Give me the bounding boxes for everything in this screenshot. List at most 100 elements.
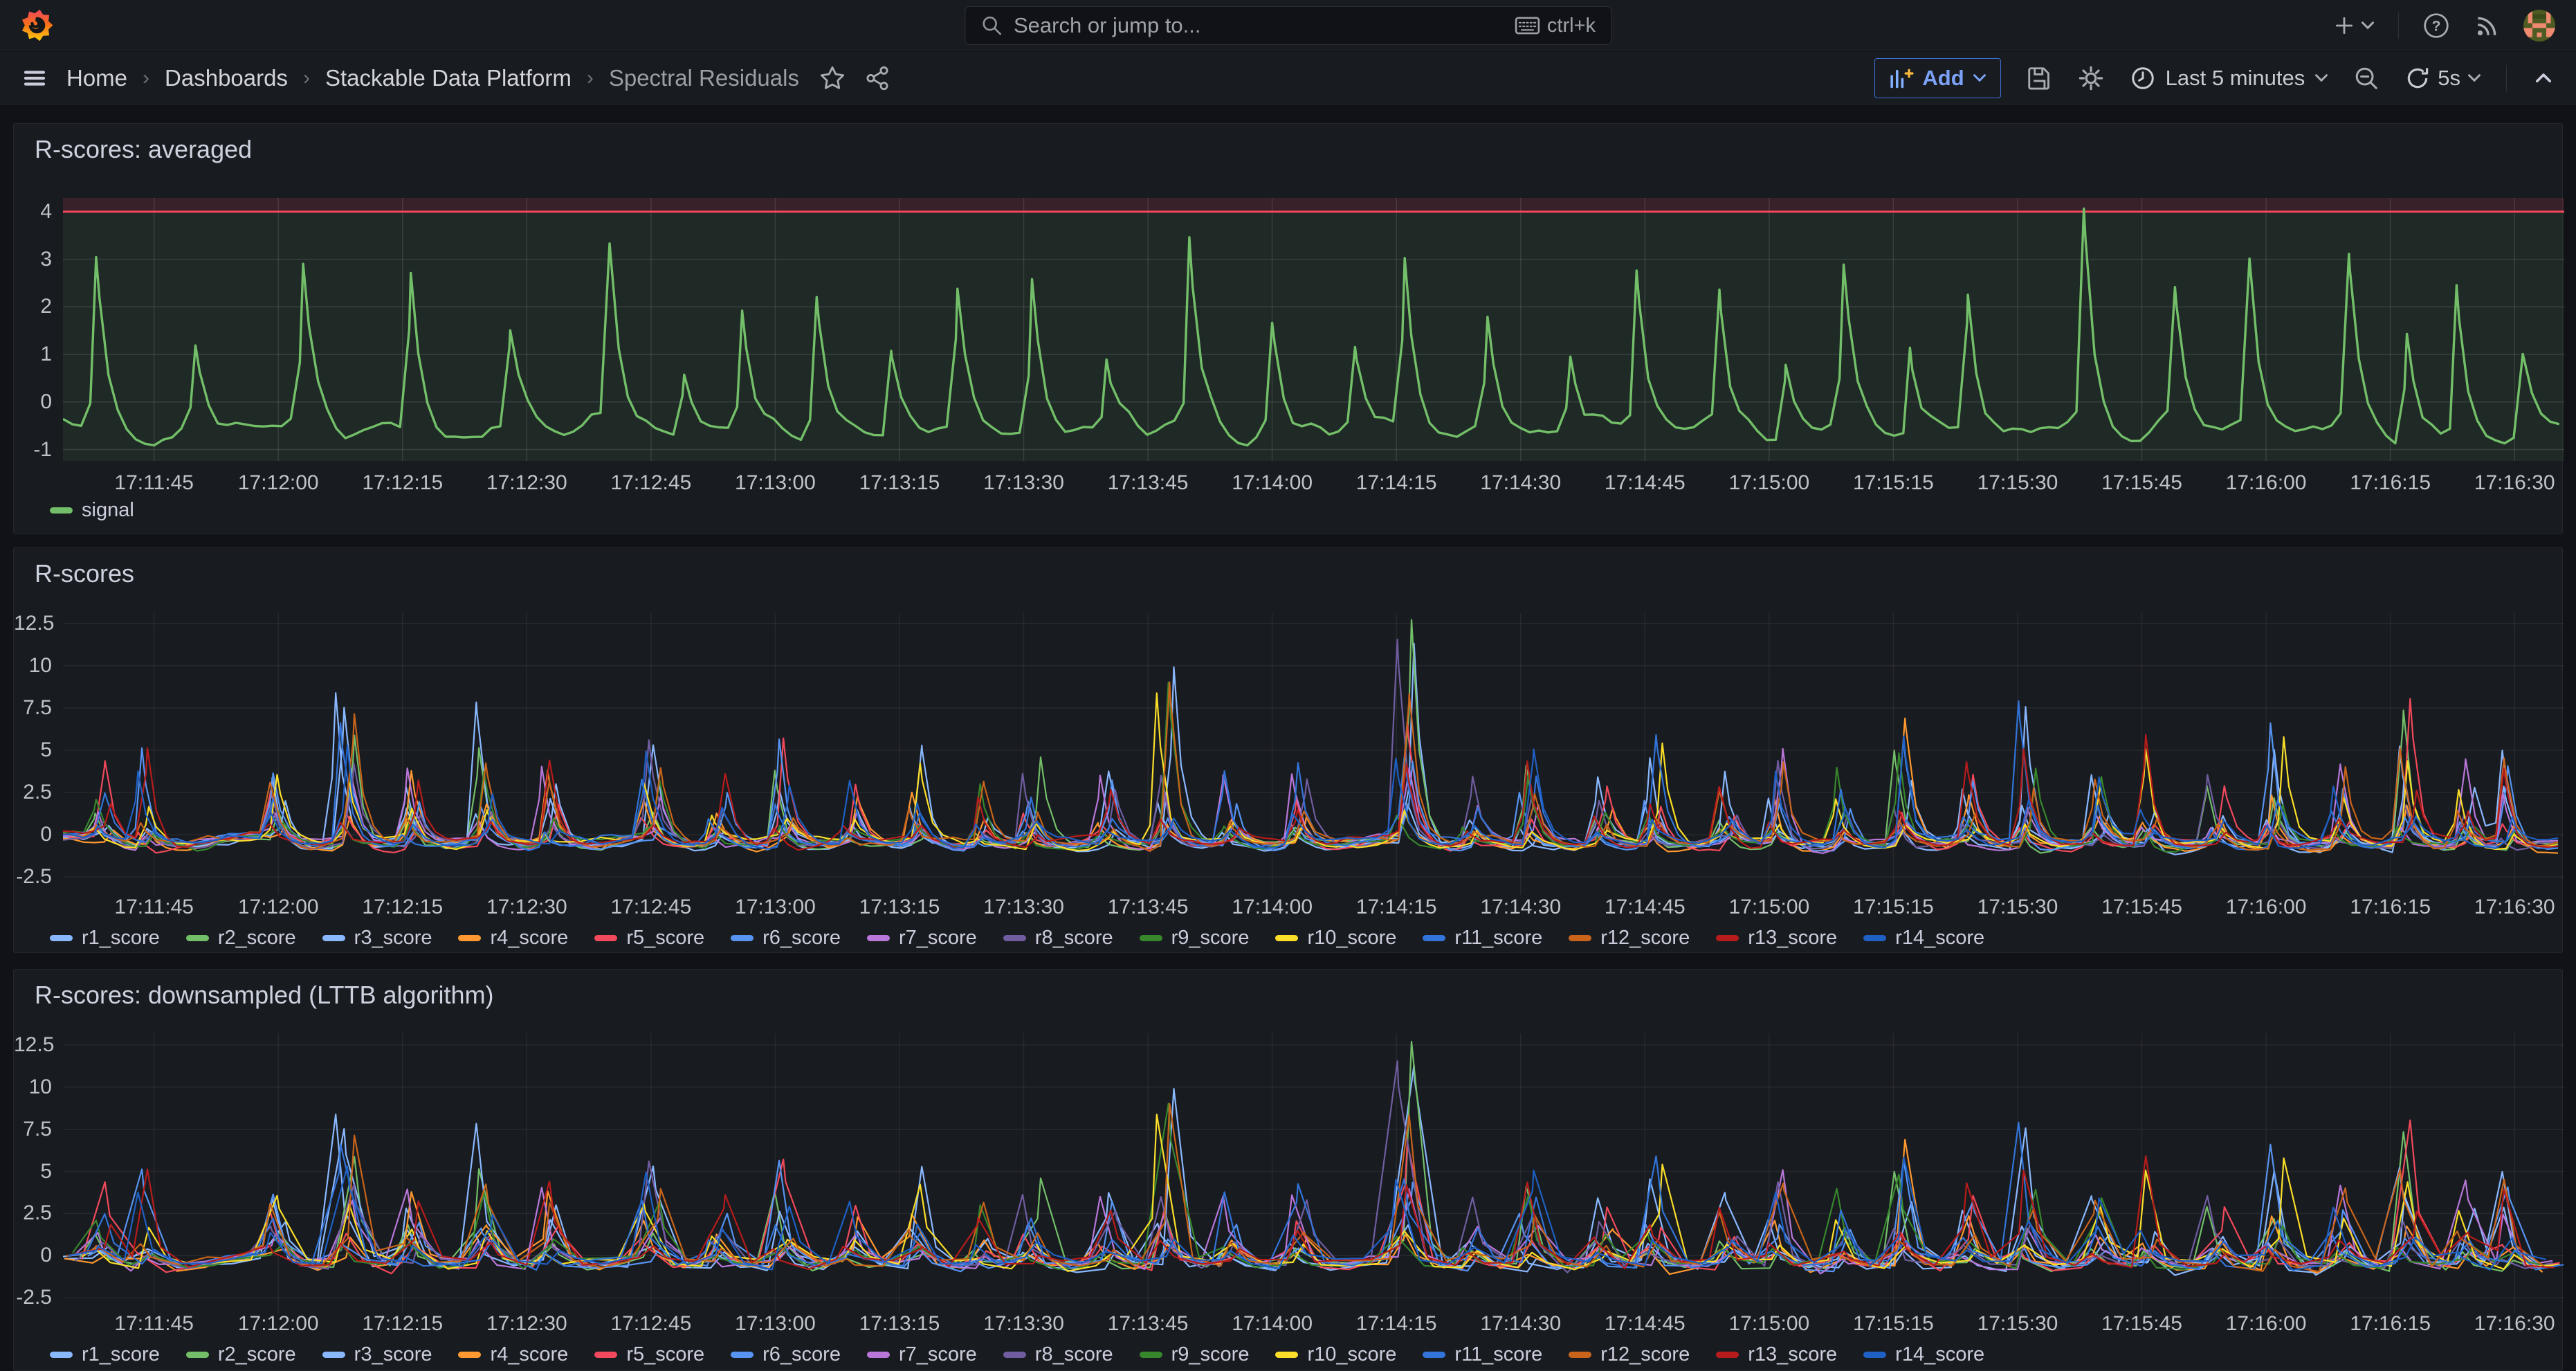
legend-swatch <box>1716 1352 1739 1358</box>
zoom-out-time-button[interactable] <box>2353 65 2379 91</box>
y-axis-tick-label: 4 <box>14 200 52 224</box>
legend-swatch <box>594 935 617 941</box>
plot-area[interactable] <box>63 1033 2564 1313</box>
legend-item-r4_score[interactable]: r4_score <box>458 927 568 950</box>
legend-swatch <box>1140 1352 1162 1358</box>
news-button[interactable] <box>2474 12 2500 39</box>
legend-item-r1_score[interactable]: r1_score <box>50 927 160 950</box>
legend-item-r12_score[interactable]: r12_score <box>1569 1343 1690 1366</box>
legend-label: r5_score <box>626 927 704 950</box>
share-dashboard-button[interactable] <box>864 65 890 91</box>
legend-item-r3_score[interactable]: r3_score <box>322 1343 432 1366</box>
legend-item-r7_score[interactable]: r7_score <box>867 1343 977 1366</box>
legend-item-r6_score[interactable]: r6_score <box>731 927 841 950</box>
create-new-button[interactable] <box>2333 15 2375 37</box>
legend-item-r4_score[interactable]: r4_score <box>458 1343 568 1366</box>
series-line-r8_score <box>63 639 2558 851</box>
legend-item-r12_score[interactable]: r12_score <box>1569 927 1690 950</box>
legend-swatch <box>322 1352 345 1358</box>
legend-item-r2_score[interactable]: r2_score <box>186 927 296 950</box>
legend-label: r9_score <box>1171 1343 1250 1366</box>
legend-label: r6_score <box>762 927 841 950</box>
time-range-picker[interactable]: Last 5 minutes <box>2130 65 2329 91</box>
favorite-dashboard-button[interactable] <box>819 64 846 92</box>
legend-item-r3_score[interactable]: r3_score <box>322 927 432 950</box>
star-icon <box>819 64 846 92</box>
legend-item-r9_score[interactable]: r9_score <box>1140 927 1250 950</box>
collapse-toolbar-button[interactable] <box>2532 66 2555 90</box>
legend-item-r5_score[interactable]: r5_score <box>594 1343 704 1366</box>
legend-item-r8_score[interactable]: r8_score <box>1003 1343 1113 1366</box>
user-avatar[interactable] <box>2523 10 2555 42</box>
panel-title[interactable]: R-scores <box>35 559 134 588</box>
legend-item-r14_score[interactable]: r14_score <box>1863 927 1984 950</box>
legend-item-r10_score[interactable]: r10_score <box>1275 927 1396 950</box>
y-axis-tick-label: 2.5 <box>14 781 52 804</box>
panel-title[interactable]: R-scores: averaged <box>35 135 252 164</box>
y-axis-tick-label: 3 <box>14 248 52 271</box>
legend-label: r14_score <box>1895 927 1984 950</box>
legend-item-r1_score[interactable]: r1_score <box>50 1343 160 1366</box>
legend-item-r6_score[interactable]: r6_score <box>731 1343 841 1366</box>
legend-item-r13_score[interactable]: r13_score <box>1716 927 1837 950</box>
save-icon <box>2026 65 2052 91</box>
legend: r1_score r2_score r3_score r4_score r5_score… <box>50 927 1984 950</box>
legend-item-r11_score[interactable]: r11_score <box>1423 927 1542 950</box>
rss-icon <box>2474 12 2500 39</box>
add-panel-button[interactable]: Add <box>1874 58 2000 98</box>
legend-swatch <box>186 1352 209 1358</box>
series-line-r13_score <box>76 1156 2555 1269</box>
legend-item-r11_score[interactable]: r11_score <box>1423 1343 1542 1366</box>
refresh-picker[interactable]: 5s <box>2404 65 2481 91</box>
legend-swatch <box>867 1352 890 1358</box>
legend-item-r7_score[interactable]: r7_score <box>867 927 977 950</box>
series-line-r11_score <box>63 701 2558 851</box>
grafana-logo-icon[interactable] <box>21 9 53 42</box>
caret-up-icon <box>2532 66 2555 90</box>
legend-item-r8_score[interactable]: r8_score <box>1003 927 1113 950</box>
y-axis-tick-label: 0 <box>14 1244 52 1267</box>
y-axis-tick-label: 5 <box>14 738 52 762</box>
legend-label: r10_score <box>1307 927 1396 950</box>
question-circle-icon: ? <box>2422 12 2450 39</box>
legend-label: r11_score <box>1454 1343 1542 1366</box>
breadcrumb-home[interactable]: Home <box>66 65 127 91</box>
legend-swatch <box>594 1352 617 1358</box>
x-axis-tick-label: 17:16:30 <box>2438 1312 2576 1336</box>
save-dashboard-button[interactable] <box>2026 65 2052 91</box>
refresh-icon <box>2404 65 2431 91</box>
plot-area[interactable] <box>63 198 2564 461</box>
y-axis-tick-label: 0 <box>14 823 52 846</box>
search-placeholder: Search or jump to... <box>1014 13 1504 38</box>
panel-title[interactable]: R-scores: downsampled (LTTB algorithm) <box>35 981 494 1010</box>
legend-swatch <box>1423 935 1445 941</box>
legend-swatch <box>731 935 753 941</box>
search-input[interactable]: Search or jump to... ctrl+k <box>965 6 1611 45</box>
legend-item-r10_score[interactable]: r10_score <box>1275 1343 1396 1366</box>
clock-icon <box>2130 65 2156 91</box>
time-range-label: Last 5 minutes <box>2166 66 2305 91</box>
help-button[interactable]: ? <box>2422 12 2450 39</box>
legend-label: r7_score <box>899 927 977 950</box>
y-axis-tick-label: 12.5 <box>14 1033 52 1057</box>
mega-menu-button[interactable] <box>21 64 48 92</box>
legend-item-r14_score[interactable]: r14_score <box>1863 1343 1984 1366</box>
legend-swatch <box>867 935 890 941</box>
legend-item-signal[interactable]: signal <box>50 499 134 522</box>
panel-rscores-downsampled: R-scores: downsampled (LTTB algorithm) -… <box>13 969 2563 1371</box>
legend-item-r9_score[interactable]: r9_score <box>1140 1343 1250 1366</box>
legend-item-r2_score[interactable]: r2_score <box>186 1343 296 1366</box>
dashboard-settings-button[interactable] <box>2077 64 2105 92</box>
legend-label: r13_score <box>1748 1343 1837 1366</box>
legend-item-r5_score[interactable]: r5_score <box>594 927 704 950</box>
chevron-down-icon <box>2361 21 2375 30</box>
plot-area[interactable] <box>63 613 2564 895</box>
y-axis-tick-label: -1 <box>14 438 52 462</box>
series-line-r10_score <box>82 1114 2560 1271</box>
legend-item-r13_score[interactable]: r13_score <box>1716 1343 1837 1366</box>
y-axis-tick-label: 1 <box>14 343 52 366</box>
breadcrumb-folder[interactable]: Stackable Data Platform <box>325 65 572 91</box>
breadcrumb-dashboards[interactable]: Dashboards <box>165 65 288 91</box>
keyboard-icon <box>1515 17 1540 35</box>
toolbar-divider <box>2506 65 2507 91</box>
